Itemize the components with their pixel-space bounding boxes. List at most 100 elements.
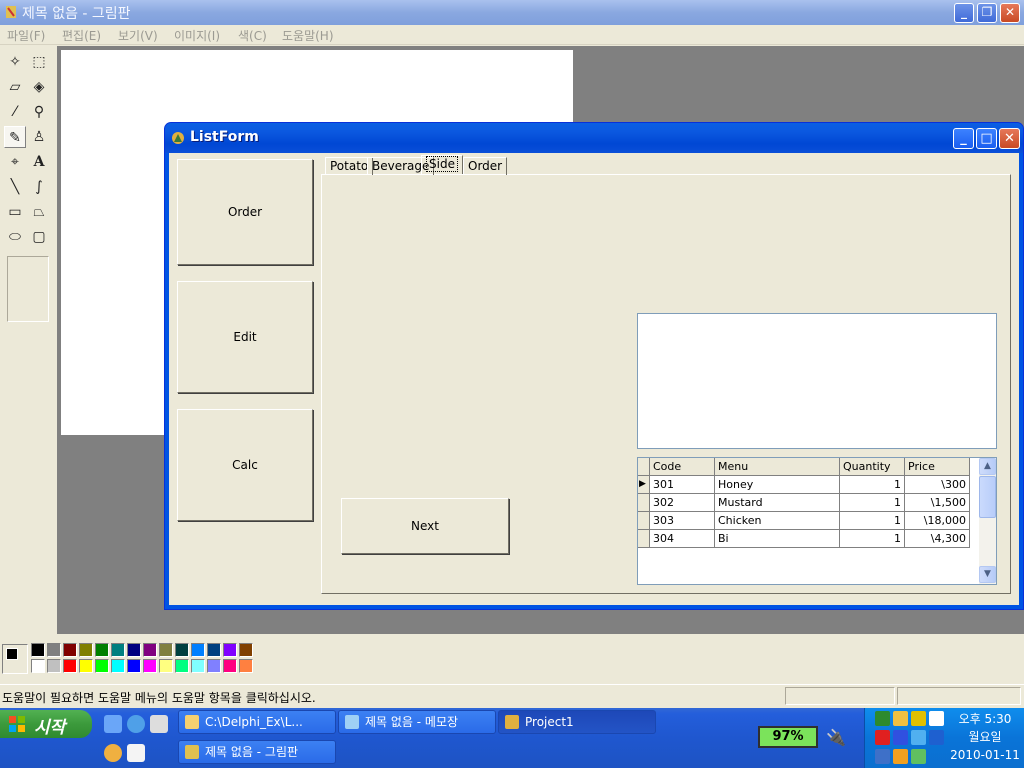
text-icon[interactable]: A: [28, 151, 50, 173]
tray-clock-icon[interactable]: [893, 711, 908, 726]
palette-swatch[interactable]: [207, 643, 221, 657]
menu-colors[interactable]: 색(C): [238, 27, 267, 44]
line-icon[interactable]: ╲: [4, 176, 26, 198]
grid-vertical-scrollbar[interactable]: ▲ ▼: [979, 458, 996, 584]
palette-swatch[interactable]: [111, 643, 125, 657]
palette-swatch[interactable]: [175, 659, 189, 673]
current-colors[interactable]: [2, 644, 28, 674]
task-project1[interactable]: Project1: [498, 710, 656, 734]
grid-cell[interactable]: Chicken: [715, 512, 840, 530]
task-paint[interactable]: 제목 없음 - 그림판: [178, 740, 336, 764]
tab-order[interactable]: Order: [463, 157, 508, 175]
listform-maximize-button[interactable]: □: [976, 128, 997, 149]
palette-swatch[interactable]: [63, 659, 77, 673]
grid-cell[interactable]: Bi: [715, 530, 840, 548]
grid-cell[interactable]: Honey: [715, 476, 840, 494]
grid-cell[interactable]: 1: [840, 476, 905, 494]
tray-bluetooth-icon[interactable]: [929, 730, 944, 745]
grid-cell[interactable]: 304: [650, 530, 715, 548]
palette-swatch[interactable]: [95, 659, 109, 673]
scroll-up-icon[interactable]: ▲: [979, 458, 996, 475]
palette-swatch[interactable]: [63, 643, 77, 657]
palette-swatch[interactable]: [143, 643, 157, 657]
palette-swatch[interactable]: [111, 659, 125, 673]
show-desktop-icon[interactable]: [104, 715, 122, 733]
palette-swatch[interactable]: [31, 659, 45, 673]
menu-image[interactable]: 이미지(I): [174, 27, 220, 44]
listform-title-bar[interactable]: ListForm _ □ ✕: [165, 123, 1023, 153]
palette-swatch[interactable]: [159, 659, 173, 673]
clock-app-icon[interactable]: [104, 744, 122, 762]
tool-options-box[interactable]: [7, 256, 49, 322]
grid-cell[interactable]: \1,500: [905, 494, 970, 512]
restore-button[interactable]: ❐: [977, 3, 997, 23]
grid-cell[interactable]: \4,300: [905, 530, 970, 548]
palette-swatch[interactable]: [95, 643, 109, 657]
palette-swatch[interactable]: [223, 659, 237, 673]
rect-select-icon[interactable]: ⬚: [28, 51, 50, 73]
close-button[interactable]: ✕: [1000, 3, 1020, 23]
listform-minimize-button[interactable]: _: [953, 128, 974, 149]
grid-cell[interactable]: 303: [650, 512, 715, 530]
palette-swatch[interactable]: [127, 659, 141, 673]
tray-app-icon[interactable]: [875, 711, 890, 726]
next-button[interactable]: Next: [341, 498, 509, 554]
magnifier-icon[interactable]: ⚲: [28, 101, 50, 123]
tray-disconnected-icon[interactable]: [875, 749, 890, 764]
edit-button[interactable]: Edit: [177, 281, 313, 393]
order-grid[interactable]: Code Menu Quantity Price ▶ 301 Honey 1 \…: [637, 457, 997, 585]
grid-cell[interactable]: \18,000: [905, 512, 970, 530]
palette-swatch[interactable]: [175, 643, 189, 657]
palette-swatch[interactable]: [79, 659, 93, 673]
calc-button[interactable]: Calc: [177, 409, 313, 521]
rectangle-icon[interactable]: ▭: [4, 201, 26, 223]
grid-cell[interactable]: 301: [650, 476, 715, 494]
media-player-icon[interactable]: [150, 715, 168, 733]
ellipse-icon[interactable]: ⬭: [4, 226, 26, 248]
listform-close-button[interactable]: ✕: [999, 128, 1020, 149]
palette-swatch[interactable]: [127, 643, 141, 657]
curve-icon[interactable]: ∫: [28, 176, 50, 198]
task-explorer[interactable]: C:\Delphi_Ex\L...: [178, 710, 336, 734]
polygon-icon[interactable]: ⏢: [28, 201, 50, 223]
palette-swatch[interactable]: [159, 643, 173, 657]
grid-cell[interactable]: Mustard: [715, 494, 840, 512]
paint-title-bar[interactable]: 제목 없음 - 그림판 _ ❐ ✕: [0, 0, 1024, 25]
tray-update-icon[interactable]: [893, 749, 908, 764]
grid-cell[interactable]: 302: [650, 494, 715, 512]
menu-help[interactable]: 도움말(H): [282, 27, 334, 44]
tray-monitor-icon[interactable]: [929, 711, 944, 726]
pencil-icon[interactable]: ✎: [4, 126, 26, 148]
grid-cell[interactable]: \300: [905, 476, 970, 494]
order-button[interactable]: Order: [177, 159, 313, 265]
palette-swatch[interactable]: [223, 643, 237, 657]
eraser-icon[interactable]: ▱: [4, 76, 26, 98]
palette-swatch[interactable]: [239, 659, 253, 673]
palette-swatch[interactable]: [47, 659, 61, 673]
tray-key-icon[interactable]: [911, 711, 926, 726]
grid-cell[interactable]: 1: [840, 530, 905, 548]
palette-swatch[interactable]: [143, 659, 157, 673]
tray-security-icon[interactable]: [875, 730, 890, 745]
scroll-thumb[interactable]: [979, 476, 996, 518]
memo-box[interactable]: [637, 313, 997, 449]
internet-explorer-icon[interactable]: [127, 715, 145, 733]
minimize-button[interactable]: _: [954, 3, 974, 23]
grid-cell[interactable]: 1: [840, 512, 905, 530]
palette-swatch[interactable]: [47, 643, 61, 657]
palette-swatch[interactable]: [207, 659, 221, 673]
system-clock[interactable]: 오후 5:30 월요일 2010-01-11: [947, 710, 1023, 764]
tab-side[interactable]: Side: [421, 155, 463, 174]
palette-swatch[interactable]: [239, 643, 253, 657]
brush-icon[interactable]: ♙: [28, 126, 50, 148]
rounded-rect-icon[interactable]: ▢: [28, 226, 50, 248]
tray-network-icon[interactable]: [911, 730, 926, 745]
airbrush-icon[interactable]: ⌖: [4, 151, 26, 173]
tray-audio-icon[interactable]: [893, 730, 908, 745]
start-button[interactable]: 시작: [0, 710, 92, 738]
task-notepad[interactable]: 제목 없음 - 메모장: [338, 710, 496, 734]
menu-edit[interactable]: 편집(E): [62, 27, 101, 44]
fill-icon[interactable]: ◈: [28, 76, 50, 98]
palette-swatch[interactable]: [31, 643, 45, 657]
scroll-down-icon[interactable]: ▼: [979, 566, 996, 583]
